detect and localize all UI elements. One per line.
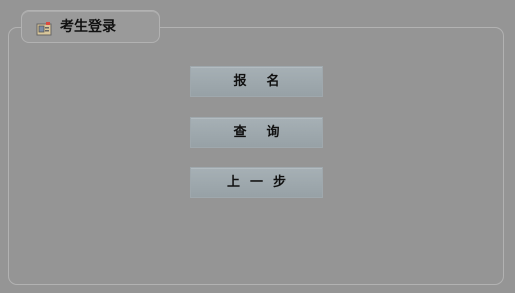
query-button[interactable]: 查询 (190, 117, 323, 148)
register-button[interactable]: 报名 (190, 66, 323, 97)
id-card-icon (36, 21, 52, 36)
panel-title: 考生登录 (60, 19, 116, 35)
previous-step-button-label: 上一步 (226, 175, 296, 190)
query-button-label: 查询 (233, 125, 300, 140)
register-button-label: 报名 (233, 74, 300, 89)
previous-step-button[interactable]: 上一步 (190, 167, 323, 198)
panel-tab: 考生登录 (21, 10, 160, 43)
